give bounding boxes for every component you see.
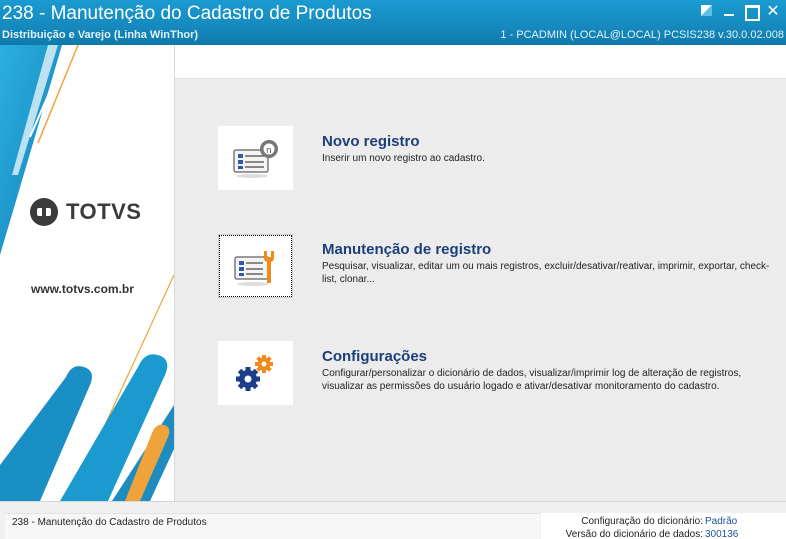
status-right-panel: Configuração do dicionário: Padrão Versã… bbox=[541, 513, 786, 539]
settings-title[interactable]: Configurações bbox=[322, 348, 427, 365]
brand-panel: TOTVS www.totvs.com.br bbox=[0, 45, 174, 501]
status-bar: 238 - Manutenção do Cadastro de Produtos… bbox=[0, 501, 786, 539]
new-record-description: Inserir um novo registro ao cadastro. bbox=[322, 153, 485, 164]
window-controls: ✕ bbox=[700, 3, 780, 21]
totvs-logo-icon bbox=[30, 198, 58, 226]
restore-icon[interactable] bbox=[700, 4, 714, 18]
action-maintenance[interactable]: Manutenção de registro Pesquisar, visual… bbox=[218, 234, 778, 300]
status-left-panel: 238 - Manutenção do Cadastro de Produtos bbox=[5, 513, 540, 539]
main-content: n Novo registro Inserir um novo registro… bbox=[175, 45, 786, 501]
settings-button[interactable] bbox=[218, 341, 293, 405]
close-icon[interactable]: ✕ bbox=[766, 3, 780, 19]
maximize-icon[interactable] bbox=[744, 4, 760, 21]
window-title: 238 - Manutenção do Cadastro de Produtos bbox=[2, 3, 372, 24]
title-bar: 238 - Manutenção do Cadastro de Produtos… bbox=[0, 0, 786, 45]
settings-gears-icon bbox=[236, 355, 273, 391]
logo-text: TOTVS bbox=[66, 199, 142, 224]
config-label: Configuração do dicionário: bbox=[581, 516, 703, 527]
content-header-strip bbox=[175, 45, 786, 79]
session-info: 1 - PCADMIN (LOCAL@LOCAL) PCSIS238 v.30.… bbox=[500, 29, 784, 41]
svg-text:n: n bbox=[266, 146, 272, 156]
new-record-button[interactable]: n bbox=[218, 126, 293, 190]
settings-description: Configurar/personalizar o dicionário de … bbox=[322, 368, 742, 392]
version-label: Versão do dicionário de dados: bbox=[565, 529, 703, 539]
maintenance-description: Pesquisar, visualizar, editar um ou mais… bbox=[322, 261, 770, 285]
config-value: Padrão bbox=[705, 516, 738, 527]
website-link[interactable]: www.totvs.com.br bbox=[31, 282, 134, 296]
window-subtitle: Distribuição e Varejo (Linha WinThor) bbox=[2, 29, 199, 41]
new-record-form-icon: n bbox=[233, 140, 278, 178]
minimize-icon[interactable] bbox=[722, 4, 736, 18]
maintenance-form-wrench-icon bbox=[234, 251, 274, 286]
version-value: 300136 bbox=[705, 529, 739, 539]
brand-stripes-decoration bbox=[0, 45, 174, 501]
maintenance-button[interactable] bbox=[218, 234, 293, 298]
status-module-text: 238 - Manutenção do Cadastro de Produtos bbox=[12, 517, 207, 528]
maintenance-title[interactable]: Manutenção de registro bbox=[322, 241, 491, 258]
new-record-title[interactable]: Novo registro bbox=[322, 133, 420, 150]
totvs-logo: TOTVS bbox=[29, 197, 141, 227]
action-new-record[interactable]: n Novo registro Inserir um novo registro… bbox=[218, 126, 778, 192]
action-settings[interactable]: Configurações Configurar/personalizar o … bbox=[218, 341, 778, 407]
